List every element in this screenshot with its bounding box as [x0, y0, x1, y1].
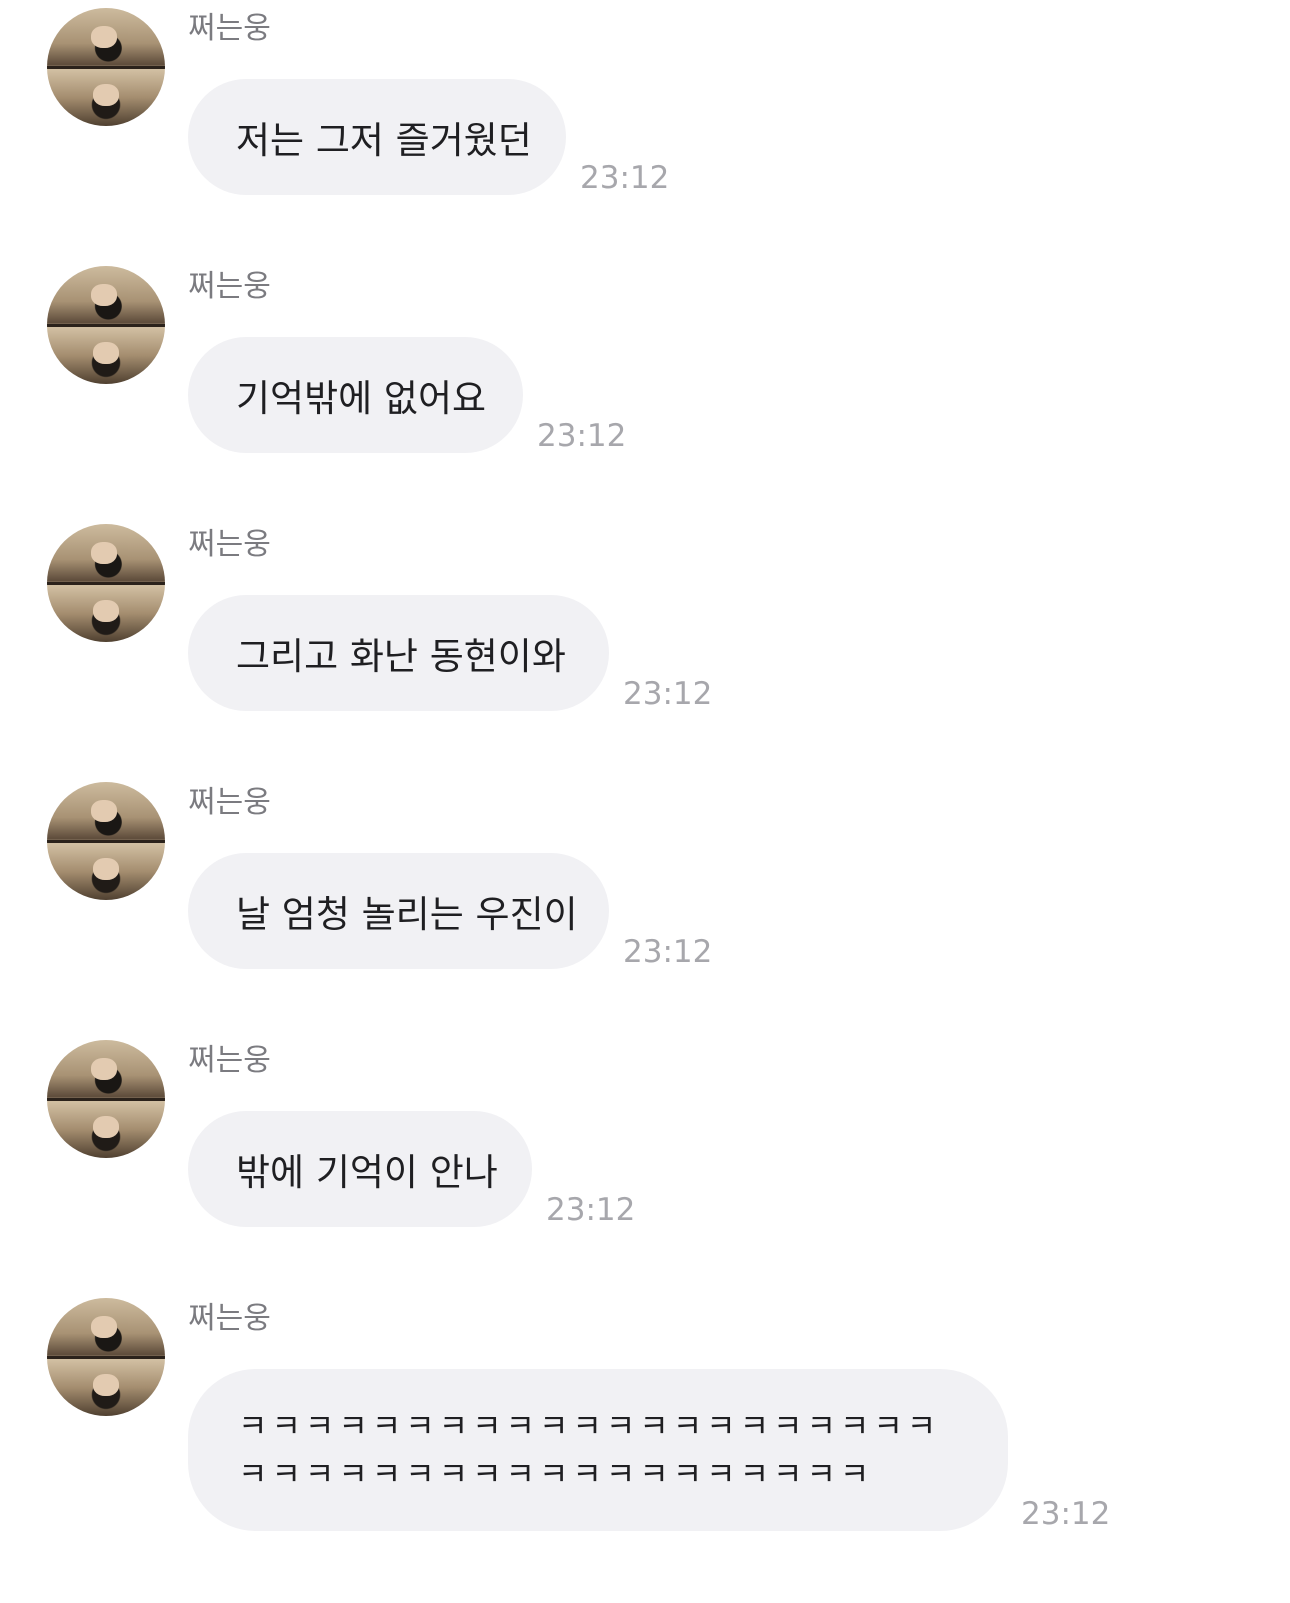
message-time: 23:12 [580, 160, 670, 196]
message-time: 23:12 [546, 1192, 636, 1228]
avatar-divider [47, 324, 165, 327]
avatar-face [91, 284, 117, 306]
avatar-divider [47, 840, 165, 843]
avatar[interactable] [47, 1040, 165, 1158]
avatar[interactable] [47, 1298, 165, 1416]
message-bubble[interactable]: 밖에 기억이 안나 [188, 1111, 532, 1227]
sender-name: 쩌는웅 [188, 1301, 271, 1336]
avatar-face [93, 858, 119, 880]
message-time: 23:12 [623, 934, 713, 970]
avatar-divider [47, 1356, 165, 1359]
message-time: 23:12 [1021, 1496, 1111, 1532]
sender-name: 쩌는웅 [188, 527, 271, 562]
avatar-face [91, 26, 117, 48]
message-bubble[interactable]: 기억밖에 없어요 [188, 337, 523, 453]
message-bubble[interactable]: ㅋㅋㅋㅋㅋㅋㅋㅋㅋㅋㅋㅋㅋㅋㅋㅋㅋㅋㅋㅋㅋㅋㅋㅋㅋㅋㅋㅋㅋㅋㅋㅋㅋㅋㅋㅋㅋㅋㅋㅋ [188, 1369, 1008, 1531]
avatar[interactable] [47, 8, 165, 126]
avatar[interactable] [47, 266, 165, 384]
avatar-divider [47, 1098, 165, 1101]
avatar-face [91, 1316, 117, 1338]
avatar-face [91, 800, 117, 822]
message-bubble[interactable]: 그리고 화난 동현이와 [188, 595, 609, 711]
avatar[interactable] [47, 782, 165, 900]
avatar-face [93, 342, 119, 364]
message-bubble[interactable]: 날 엄청 놀리는 우진이 [188, 853, 609, 969]
message-bubble[interactable]: 저는 그저 즐거웠던 [188, 79, 566, 195]
avatar-face [93, 1116, 119, 1138]
sender-name: 쩌는웅 [188, 1043, 271, 1078]
avatar-face [93, 600, 119, 622]
sender-name: 쩌는웅 [188, 785, 271, 820]
sender-name: 쩌는웅 [188, 11, 271, 46]
avatar[interactable] [47, 524, 165, 642]
avatar-face [91, 1058, 117, 1080]
avatar-divider [47, 66, 165, 69]
sender-name: 쩌는웅 [188, 269, 271, 304]
message-time: 23:12 [537, 418, 627, 454]
avatar-face [91, 542, 117, 564]
avatar-face [93, 84, 119, 106]
message-time: 23:12 [623, 676, 713, 712]
avatar-divider [47, 582, 165, 585]
avatar-face [93, 1374, 119, 1396]
